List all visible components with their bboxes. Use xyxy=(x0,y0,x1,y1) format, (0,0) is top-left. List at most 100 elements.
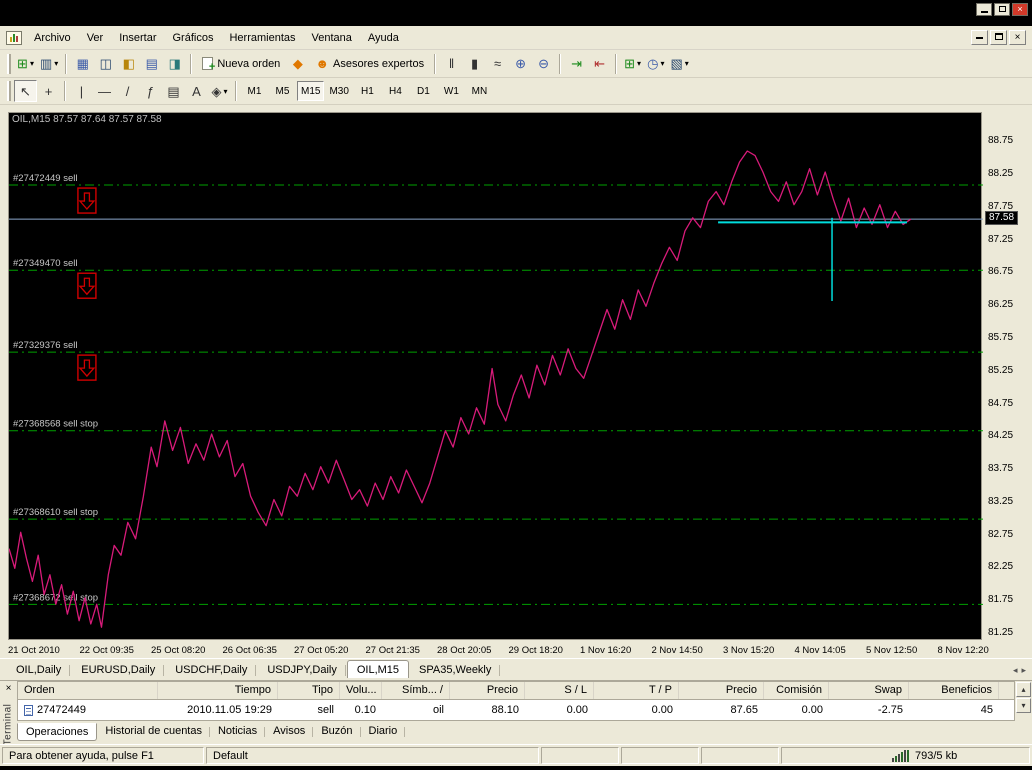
chart-tab-oil-daily[interactable]: OIL,Daily xyxy=(6,660,71,678)
chart-tab-oil-m15[interactable]: OIL,M15 xyxy=(347,660,409,678)
terminal-scroll-down-button[interactable]: ▾ xyxy=(1016,698,1031,713)
chart-tab-usdjpy-daily[interactable]: USDJPY,Daily xyxy=(257,660,347,678)
time-tick: 4 Nov 14:05 xyxy=(795,645,846,656)
chevron-down-icon: ▾ xyxy=(637,59,641,68)
chart-tabs-scroll-left[interactable]: ◂ xyxy=(1013,665,1018,676)
order-cell-s-l: 0.00 xyxy=(567,704,588,716)
zoom-out-icon: ⊖ xyxy=(538,57,549,70)
column-header-tipo[interactable]: Tipo xyxy=(278,682,340,699)
column-header-precio[interactable]: Precio xyxy=(679,682,764,699)
zoom-in-button[interactable]: ⊕ xyxy=(509,53,532,75)
text-tool-button[interactable]: A xyxy=(185,80,208,102)
menu-ayuda[interactable]: Ayuda xyxy=(360,29,407,47)
timeframe-m5[interactable]: M5 xyxy=(269,81,296,101)
chart-tab-eurusd-daily[interactable]: EURUSD,Daily xyxy=(71,660,165,678)
order-label: #27368610 sell stop xyxy=(13,507,98,518)
chart-tab-usdchf-daily[interactable]: USDCHF,Daily xyxy=(165,660,257,678)
auto-scroll-button[interactable]: ⇥ xyxy=(565,53,588,75)
chart-plot-area[interactable]: #27472449 sell#27349470 sell#27329376 se… xyxy=(8,112,982,640)
app-close-button[interactable]: × xyxy=(1012,3,1028,16)
data-window-button[interactable]: ◫ xyxy=(94,53,117,75)
cursor-tool-button[interactable]: ↖ xyxy=(14,80,37,102)
shapes-tool-button[interactable]: ◈▾ xyxy=(208,80,231,102)
new-order-button[interactable]: + Nueva orden xyxy=(196,53,286,75)
terminal-tab-noticias[interactable]: Noticias xyxy=(210,723,265,739)
column-header-precio[interactable]: Precio xyxy=(450,682,525,699)
timeframe-w1[interactable]: W1 xyxy=(438,81,465,101)
terminal-tab-historial-de-cuentas[interactable]: Historial de cuentas xyxy=(97,723,210,739)
crosshair-tool-button[interactable]: + xyxy=(37,80,60,102)
menu-archivo[interactable]: Archivo xyxy=(26,29,79,47)
terminal-tab-avisos[interactable]: Avisos xyxy=(265,723,313,739)
new-chart-button[interactable]: ⊞▾ xyxy=(14,53,37,75)
app-minimize-button[interactable] xyxy=(976,3,992,16)
navigator-button[interactable]: ◧ xyxy=(117,53,140,75)
order-cell-volu: 0.10 xyxy=(355,704,376,716)
profiles-button[interactable]: ▥▾ xyxy=(37,53,61,75)
terminal-tab-diario[interactable]: Diario xyxy=(361,723,406,739)
horizontal-line-tool-button[interactable]: — xyxy=(93,80,116,102)
timeframe-m1[interactable]: M1 xyxy=(241,81,268,101)
menu-ver[interactable]: Ver xyxy=(79,29,112,47)
market-watch-button[interactable]: ▦ xyxy=(71,53,94,75)
trendline-tool-button[interactable]: / xyxy=(116,80,139,102)
column-header-beneficios[interactable]: Beneficios xyxy=(909,682,999,699)
strategy-tester-button[interactable]: ◨ xyxy=(163,53,186,75)
chart-window: #27472449 sell#27349470 sell#27329376 se… xyxy=(0,105,1032,658)
chart-tab-spa35-weekly[interactable]: SPA35,Weekly xyxy=(409,660,501,678)
order-row[interactable]: 274724492010.11.05 19:29sell0.10oil88.10… xyxy=(18,700,1014,718)
timeframe-mn[interactable]: MN xyxy=(466,81,493,101)
timeframe-h1[interactable]: H1 xyxy=(354,81,381,101)
time-axis[interactable]: 21 Oct 201022 Oct 09:3525 Oct 08:2026 Oc… xyxy=(8,643,1028,658)
toolbar-separator xyxy=(615,54,617,74)
column-header-swap[interactable]: Swap xyxy=(829,682,909,699)
chart-close-button[interactable]: × xyxy=(1009,30,1026,45)
status-profile[interactable]: Default xyxy=(206,747,539,764)
timeframe-m15[interactable]: M15 xyxy=(297,81,324,101)
terminal-scroll-up-button[interactable]: ▴ xyxy=(1016,682,1031,697)
column-header-volu[interactable]: Volu... xyxy=(340,682,382,699)
expert-advisors-button[interactable]: ☻ Asesores expertos xyxy=(309,53,430,75)
price-axis[interactable]: 88.7588.2587.7587.2586.7586.2585.7585.25… xyxy=(984,112,1032,640)
menu-herramientas[interactable]: Herramientas xyxy=(221,29,303,47)
column-header-t-p[interactable]: T / P xyxy=(594,682,679,699)
chart-window-controls: × xyxy=(971,30,1030,45)
fibonacci-tool-button[interactable]: ƒ xyxy=(139,80,162,102)
column-header-orden[interactable]: Orden xyxy=(18,682,158,699)
bar-chart-button[interactable]: ‖ xyxy=(440,53,463,75)
data-window-icon: ◫ xyxy=(100,57,112,70)
time-tick: 27 Oct 21:35 xyxy=(366,645,420,656)
vertical-line-tool-button[interactable]: | xyxy=(70,80,93,102)
zoom-out-button[interactable]: ⊖ xyxy=(532,53,555,75)
terminal-tab-buzon[interactable]: Buzón xyxy=(313,723,360,739)
chart-minimize-button[interactable] xyxy=(971,30,988,45)
indicators-button[interactable]: ⊞▾ xyxy=(621,53,644,75)
line-chart-button[interactable]: ≈ xyxy=(486,53,509,75)
app-restore-button[interactable] xyxy=(994,3,1010,16)
chevron-down-icon: ▾ xyxy=(660,59,664,68)
chart-shift-button[interactable]: ⇤ xyxy=(588,53,611,75)
chart-restore-button[interactable] xyxy=(990,30,1007,45)
periods-button[interactable]: ◷▾ xyxy=(644,53,667,75)
terminal-side-strip: × Terminal xyxy=(0,681,17,745)
terminal-close-button[interactable]: × xyxy=(2,683,15,696)
fibo-lines-tool-button[interactable]: ▤ xyxy=(162,80,185,102)
menu-ventana[interactable]: Ventana xyxy=(304,29,360,47)
column-header-simb[interactable]: Símb... / xyxy=(382,682,450,699)
menu-insertar[interactable]: Insertar xyxy=(111,29,164,47)
timeframe-h4[interactable]: H4 xyxy=(382,81,409,101)
menu-graficos[interactable]: Gráficos xyxy=(165,29,222,47)
column-header-tiempo[interactable]: Tiempo xyxy=(158,682,278,699)
timeframe-m30[interactable]: M30 xyxy=(325,81,352,101)
order-cell-tiempo: 2010.11.05 19:29 xyxy=(187,704,272,716)
timeframe-d1[interactable]: D1 xyxy=(410,81,437,101)
chart-tabs-scroll-right[interactable]: ▸ xyxy=(1021,665,1026,676)
column-header-comision[interactable]: Comisión xyxy=(764,682,829,699)
shapes-icon: ◈ xyxy=(211,85,221,98)
templates-button[interactable]: ▧▾ xyxy=(667,53,691,75)
terminal-tab-operaciones[interactable]: Operaciones xyxy=(17,723,97,741)
terminal-button[interactable]: ▤ xyxy=(140,53,163,75)
metaeditor-button[interactable]: ◆ xyxy=(286,53,309,75)
column-header-s-l[interactable]: S / L xyxy=(525,682,594,699)
candlestick-button[interactable]: ▮ xyxy=(463,53,486,75)
